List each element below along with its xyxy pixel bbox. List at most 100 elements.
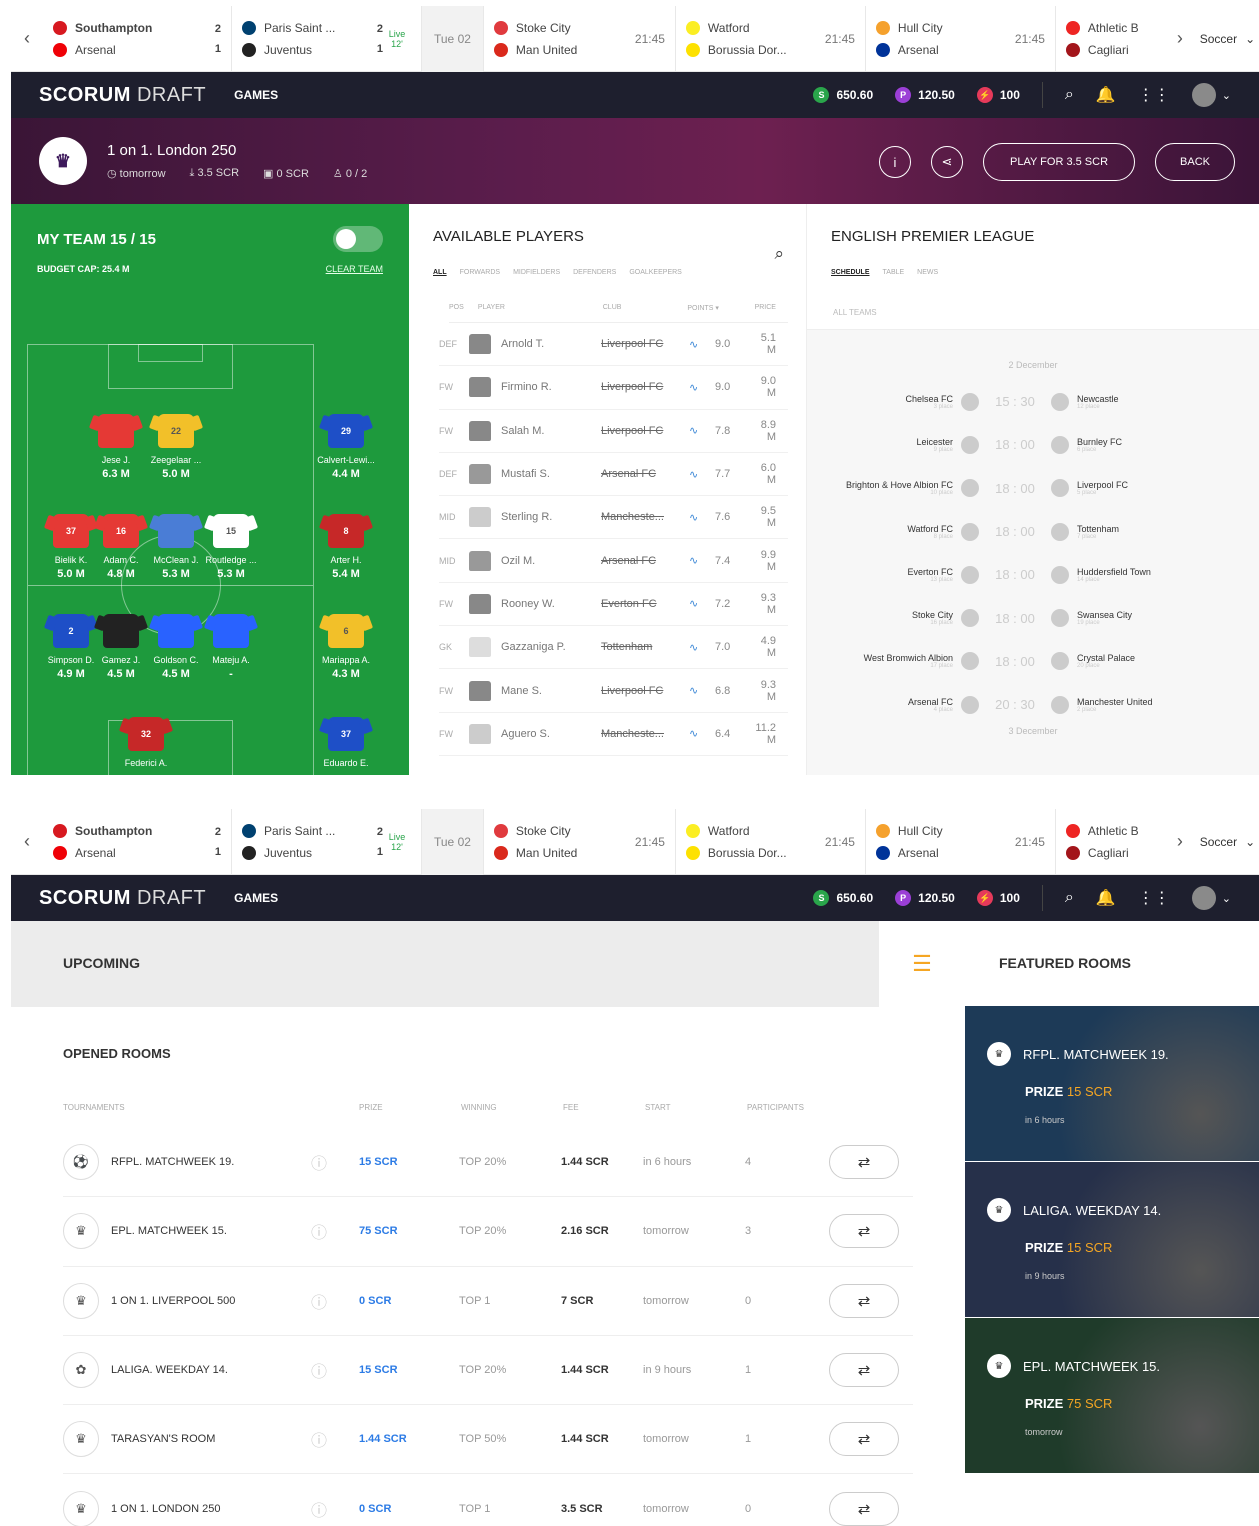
search-icon[interactable]: ⌕ [1065,889,1074,907]
join-room-button[interactable]: ⇄ [829,1214,899,1249]
logo[interactable]: SCORUM DRAFT [39,887,206,910]
search-icon[interactable]: ⌕ [774,244,784,264]
room-row[interactable]: ♛ TARASYAN'S ROOM ⓘ 1.44 SCR TOP 50% 1.44 SCR… [63,1405,913,1475]
fixture-row[interactable]: Brighton & Hove Albion FC 10 place 18 : 00… [807,467,1259,510]
ticker-match[interactable]: Watford Borussia Dor... 21:45 [676,6,866,72]
player-row[interactable]: DEF Mustafi S. Arsenal FC ∿ 7.7 6.0 M [439,453,788,497]
room-row[interactable]: ♛ EPL. MATCHWEEK 15. ⓘ 75 SCR TOP 20% 2.16 SC… [63,1197,913,1267]
ticker-match[interactable]: Southampton Arsenal 2 1 [43,6,232,72]
ticker-prev-button[interactable]: ‹ [11,28,43,49]
back-button[interactable]: BACK [1155,143,1235,181]
fixture-row[interactable]: Watford FC 8 place 18 : 00 Tottenham 7 place [807,510,1259,553]
info-icon[interactable]: ⓘ [311,1427,359,1451]
info-icon[interactable]: i [879,146,911,178]
pitch-player[interactable]: 15 Routledge ... 5.3 M [196,514,266,580]
info-icon[interactable]: ⓘ [311,1219,359,1243]
ticker-match[interactable]: Watford Borussia Dor... 21:45 [676,809,866,875]
logo[interactable]: SCORUM DRAFT [39,84,206,107]
col-points[interactable]: POINTS ▾ [687,304,754,312]
upcoming-tab[interactable]: UPCOMING [11,921,879,1007]
ticker-match[interactable]: Hull City Arsenal 21:45 [866,6,1056,72]
join-room-button[interactable]: ⇄ [829,1353,899,1388]
ticker-match[interactable]: Athletic B Cagliari [1056,809,1164,875]
chevron-down-icon[interactable]: ⌄ [1222,892,1231,905]
ticker-match[interactable]: Hull City Arsenal 21:45 [866,809,1056,875]
ticker-next-button[interactable]: › [1164,831,1196,852]
view-toggle[interactable] [333,226,383,252]
ticker-match[interactable]: Stoke City Man United 21:45 [484,6,676,72]
join-room-button[interactable]: ⇄ [829,1422,899,1457]
player-row[interactable]: MID Sterling R. Mancheste... ∿ 7.6 9.5 M [439,496,788,540]
fixture-row[interactable]: Everton FC 13 place 18 : 00 Huddersfield To… [807,553,1259,596]
room-name: 1 ON 1. LIVERPOOL 500 [111,1294,236,1307]
join-room-button[interactable]: ⇄ [829,1145,899,1180]
room-row[interactable]: ♛ 1 ON 1. LIVERPOOL 500 ⓘ 0 SCR TOP 1 7 SCR to… [63,1267,913,1336]
room-row[interactable]: ♛ 1 ON 1. LONDON 250 ⓘ 0 SCR TOP 1 3.5 SCR tom… [63,1474,913,1526]
ticker-match[interactable]: Stoke City Man United 21:45 [484,809,676,875]
info-icon[interactable]: ⓘ [311,1358,359,1382]
player-row[interactable]: GK Gazzaniga P. Tottenham ∿ 7.0 4.9 M [439,626,788,670]
ticker-match[interactable]: Paris Saint ... Juventus 2 1 Live 12' [232,6,422,72]
info-icon[interactable]: ⓘ [311,1150,359,1174]
pitch-player[interactable]: Mateju A. - [196,614,266,680]
featured-room-card[interactable]: ♛ LALIGA. WEEKDAY 14. PRIZE 15 SCR in 9 hou… [965,1162,1259,1317]
pitch-player[interactable]: 8 Arter H. 5.4 M [311,514,381,580]
tab-schedule[interactable]: SCHEDULE [831,269,870,276]
tab-midfielders[interactable]: MIDFIELDERS [513,269,560,276]
featured-room-card[interactable]: ♛ RFPL. MATCHWEEK 19. PRIZE 15 SCR in 6 hou… [965,1006,1259,1161]
filter-sliders-icon[interactable]: ☰ [879,921,965,1007]
room-row[interactable]: ⚽ RFPL. MATCHWEEK 19. ⓘ 15 SCR TOP 20% 1.44 S… [63,1128,913,1198]
pitch-player[interactable]: 32 Federici A. [111,717,181,768]
sport-select[interactable]: Soccer ⌄ [1196,835,1259,849]
ticker-match[interactable]: Paris Saint ... Juventus 2 1 Live 12' [232,809,422,875]
fixture-row[interactable]: Chelsea FC 3 place 15 : 30 Newcastle 12 plac… [807,380,1259,423]
pitch-player[interactable]: 29 Calvert-Lewi... 4.4 M [311,414,381,480]
ticker-match[interactable]: Athletic B Cagliari [1056,6,1164,72]
tab-defenders[interactable]: DEFENDERS [573,269,616,276]
tab-all[interactable]: ALL [433,269,447,276]
share-icon[interactable]: ⋖ [931,146,963,178]
player-row[interactable]: FW Mane S. Liverpool FC ∿ 6.8 9.3 M [439,669,788,713]
join-room-button[interactable]: ⇄ [829,1283,899,1318]
fixture-row[interactable]: Arsenal FC 4 place 20 : 30 Manchester Unite… [807,683,1259,726]
pitch-player[interactable]: 22 Zeegelaar ... 5.0 M [141,414,211,480]
fixture-row[interactable]: Leicester 9 place 18 : 00 Burnley FC 6 place [807,423,1259,466]
ticker-match[interactable]: Southampton Arsenal 2 1 [43,809,232,875]
play-button[interactable]: PLAY FOR 3.5 SCR [983,143,1136,181]
bell-icon[interactable]: 🔔 [1096,85,1116,105]
info-icon[interactable]: ⓘ [311,1497,359,1521]
join-room-button[interactable]: ⇄ [829,1491,899,1526]
away-score: 1 [214,845,221,858]
player-row[interactable]: FW Firmino R. Liverpool FC ∿ 9.0 9.0 M [439,366,788,410]
tab-goalkeepers[interactable]: GOALKEEPERS [629,269,682,276]
pitch-player[interactable]: 6 Mariappa A. 4.3 M [311,614,381,680]
sport-select[interactable]: Soccer ⌄ [1196,32,1259,46]
featured-room-card[interactable]: ♛ EPL. MATCHWEEK 15. PRIZE 75 SCR tomorrow [965,1318,1259,1473]
player-row[interactable]: DEF Arnold T. Liverpool FC ∿ 9.0 5.1 M [439,323,788,367]
ticker-prev-button[interactable]: ‹ [11,831,43,852]
tab-table[interactable]: TABLE [883,269,905,276]
info-icon[interactable]: ⓘ [311,1289,359,1313]
apps-grid-icon[interactable]: ⋮⋮ [1138,85,1170,105]
tab-forwards[interactable]: FORWARDS [460,269,500,276]
nav-games-link[interactable]: GAMES [234,88,278,102]
search-icon[interactable]: ⌕ [1065,86,1074,104]
apps-grid-icon[interactable]: ⋮⋮ [1138,888,1170,908]
player-row[interactable]: FW Salah M. Liverpool FC ∿ 7.8 8.9 M [439,410,788,453]
avatar[interactable] [1191,83,1216,107]
room-row[interactable]: ✿ LALIGA. WEEKDAY 14. ⓘ 15 SCR TOP 20% 1.44 S… [63,1336,913,1406]
pitch-player[interactable]: 37 Eduardo E. [311,717,381,768]
nav-games-link[interactable]: GAMES [234,891,278,905]
player-row[interactable]: MID Ozil M. Arsenal FC ∿ 7.4 9.9 M [439,539,788,583]
player-row[interactable]: FW Rooney W. Everton FC ∿ 7.2 9.3 M [439,583,788,627]
bell-icon[interactable]: 🔔 [1096,888,1116,908]
teams-filter[interactable]: ALL TEAMS [807,296,1259,330]
avatar[interactable] [1191,886,1216,910]
fixture-row[interactable]: West Bromwich Albion 17 place 18 : 00 Cryst… [807,640,1259,683]
clear-team-link[interactable]: CLEAR TEAM [326,264,383,274]
tab-news[interactable]: NEWS [917,269,938,276]
fixture-row[interactable]: Stoke City 16 place 18 : 00 Swansea City 19 … [807,596,1259,639]
chevron-down-icon[interactable]: ⌄ [1222,89,1231,102]
player-row[interactable]: FW Aguero S. Mancheste... ∿ 6.4 11.2 M [439,713,788,756]
ticker-next-button[interactable]: › [1164,28,1196,49]
